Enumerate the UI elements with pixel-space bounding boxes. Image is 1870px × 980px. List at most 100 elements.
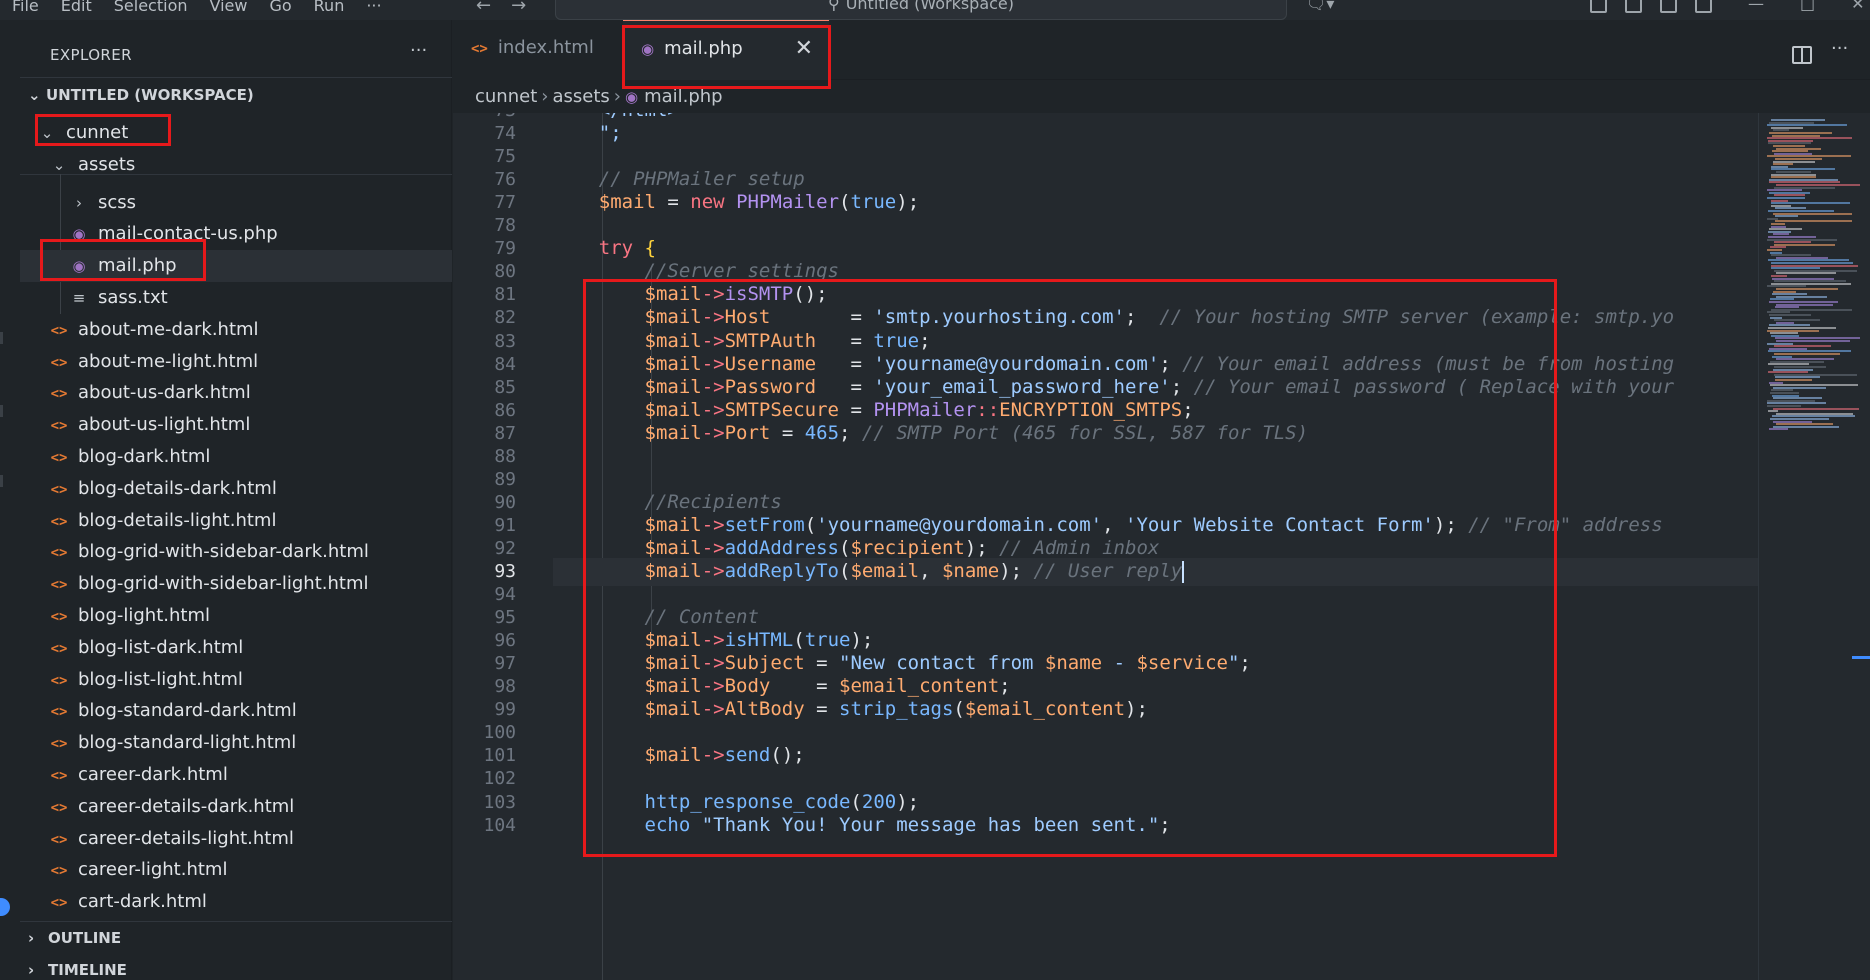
- html-icon: <>: [50, 386, 68, 403]
- menu-selection[interactable]: Selection: [114, 0, 188, 15]
- tree-item-label: about-me-light.html: [78, 350, 259, 372]
- code-token: true: [850, 191, 897, 214]
- code-token: // PHPMailer setup: [598, 168, 805, 191]
- chevron-down-icon: ⌄: [52, 155, 66, 174]
- workspace-title: UNTITLED (WORKSPACE): [46, 86, 254, 104]
- tree-item-blog-details-dark-html[interactable]: <> blog-details-dark.html: [20, 473, 452, 505]
- minimize-icon[interactable]: —: [1748, 0, 1764, 13]
- chevron-right-icon: ›: [541, 86, 549, 107]
- html-icon: <>: [50, 863, 68, 880]
- workspace-section[interactable]: ⌄ UNTITLED (WORKSPACE): [28, 86, 254, 104]
- tree-item-label: about-us-dark.html: [78, 382, 251, 404]
- vscode-window: File Edit Selection View Go Run ··· ← → …: [0, 0, 1870, 980]
- tree-item-blog-list-dark-html[interactable]: <> blog-list-dark.html: [20, 632, 452, 664]
- chat-icon[interactable]: 🗨▾: [1306, 0, 1334, 13]
- explorer-more-icon[interactable]: ···: [410, 40, 427, 61]
- tree-item-label: blog-standard-light.html: [78, 732, 297, 754]
- explorer-title: EXPLORER: [50, 46, 132, 64]
- split-editor-icon[interactable]: [1792, 46, 1812, 64]
- menu-more[interactable]: ···: [366, 0, 381, 15]
- tree-item-label: blog-list-light.html: [78, 668, 243, 690]
- timeline-title: TIMELINE: [48, 961, 127, 979]
- tree-item-blog-list-light-html[interactable]: <> blog-list-light.html: [20, 664, 452, 696]
- html-icon: <>: [50, 513, 68, 530]
- chevron-right-icon: ›: [28, 929, 35, 947]
- tree-item-label: scss: [98, 191, 137, 213]
- tab-index-html[interactable]: <> index.html: [453, 20, 623, 80]
- tree-item-blog-light-html[interactable]: <> blog-light.html: [20, 600, 452, 632]
- html-icon: <>: [50, 322, 68, 339]
- search-icon: ⚲: [827, 0, 840, 13]
- tree-item-blog-standard-light-html[interactable]: <> blog-standard-light.html: [20, 727, 452, 759]
- tree-item-assets[interactable]: ⌄ assets: [20, 149, 452, 181]
- tree-item-scss[interactable]: › scss: [20, 187, 452, 219]
- breadcrumb-item[interactable]: assets: [552, 86, 609, 107]
- breadcrumb-item[interactable]: cunnet: [475, 86, 537, 107]
- tree-item-career-light-html[interactable]: <> career-light.html: [20, 854, 452, 886]
- tab-label: index.html: [497, 37, 594, 58]
- tree-item-label: blog-grid-with-sidebar-light.html: [78, 573, 369, 595]
- chevron-right-icon: ›: [28, 961, 35, 979]
- tree-item-career-details-light-html[interactable]: <> career-details-light.html: [20, 823, 452, 855]
- activity-indicator: [0, 475, 3, 487]
- line-number-gutter: 7374757677787980818283848586878889909192…: [453, 113, 553, 980]
- tree-item-label: cart-dark.html: [78, 891, 207, 913]
- toggle-panel-icon[interactable]: [1660, 0, 1677, 13]
- tree-item-label: blog-standard-dark.html: [78, 700, 297, 722]
- outline-section[interactable]: › OUTLINE: [28, 929, 121, 947]
- tree-item-about-us-dark-html[interactable]: <> about-us-dark.html: [20, 377, 452, 409]
- tree-item-career-dark-html[interactable]: <> career-dark.html: [20, 759, 452, 791]
- activity-bar: [0, 20, 20, 980]
- tree-item-blog-grid-with-sidebar-light-html[interactable]: <> blog-grid-with-sidebar-light.html: [20, 568, 452, 600]
- command-center-label: Untitled (Workspace): [845, 0, 1015, 13]
- editor-more-icon[interactable]: ···: [1831, 38, 1848, 59]
- tree-item-blog-standard-dark-html[interactable]: <> blog-standard-dark.html: [20, 695, 452, 727]
- toggle-secondary-sidebar-icon[interactable]: [1695, 0, 1712, 13]
- code-token: PHPMailer: [736, 191, 840, 214]
- layout-controls: [1590, 0, 1712, 13]
- minimap-line: [1773, 407, 1859, 410]
- breadcrumb-item[interactable]: mail.php: [644, 86, 723, 107]
- tree-item-label: career-details-dark.html: [78, 795, 295, 817]
- tree-item-career-details-dark-html[interactable]: <> career-details-dark.html: [20, 791, 452, 823]
- menu-view[interactable]: View: [210, 0, 248, 15]
- tree-item-about-me-dark-html[interactable]: <> about-me-dark.html: [20, 314, 452, 346]
- tree-item-label: sass.txt: [98, 287, 168, 308]
- toggle-sidebar-icon[interactable]: [1625, 0, 1642, 13]
- close-window-icon[interactable]: ✕: [1851, 0, 1864, 13]
- html-icon: <>: [50, 418, 68, 435]
- minimap-line: [1775, 215, 1798, 218]
- tree-item-label: assets: [78, 153, 136, 175]
- menu-file[interactable]: File: [12, 0, 39, 15]
- tree-item-sass-txt[interactable]: ≡ sass.txt: [20, 282, 452, 314]
- tree-item-blog-dark-html[interactable]: <> blog-dark.html: [20, 441, 452, 473]
- code-token: );: [896, 191, 920, 214]
- back-arrow-icon[interactable]: ←: [476, 0, 491, 16]
- tree-item-cart-dark-html[interactable]: <> cart-dark.html: [20, 886, 452, 918]
- tree-item-label: blog-details-light.html: [78, 509, 277, 531]
- minimap-line: [1775, 220, 1852, 223]
- annotation-box-file: [40, 239, 206, 281]
- php-icon: ◉: [624, 88, 639, 106]
- tree-item-blog-grid-with-sidebar-dark-html[interactable]: <> blog-grid-with-sidebar-dark.html: [20, 536, 452, 568]
- menu-go[interactable]: Go: [269, 0, 291, 15]
- tree-item-label: blog-dark.html: [78, 446, 211, 467]
- tree-item-label: about-us-light.html: [78, 414, 251, 436]
- tree-item-about-us-light-html[interactable]: <> about-us-light.html: [20, 409, 452, 441]
- minimap-line: [1769, 428, 1788, 431]
- menu-run[interactable]: Run: [314, 0, 345, 15]
- minimap[interactable]: [1758, 113, 1870, 980]
- menu-edit[interactable]: Edit: [61, 0, 92, 15]
- tree-item-blog-details-light-html[interactable]: <> blog-details-light.html: [20, 505, 452, 537]
- html-icon: <>: [50, 354, 68, 371]
- command-center[interactable]: ⚲ Untitled (Workspace): [555, 0, 1287, 20]
- accounts-badge-icon[interactable]: [0, 898, 10, 916]
- forward-arrow-icon[interactable]: →: [511, 0, 526, 16]
- scrollbar-cursor-marker: [1852, 656, 1870, 659]
- maximize-icon[interactable]: □: [1800, 0, 1815, 13]
- customize-layout-icon[interactable]: [1590, 0, 1607, 13]
- timeline-section[interactable]: › TIMELINE: [28, 961, 127, 979]
- tree-item-about-me-light-html[interactable]: <> about-me-light.html: [20, 346, 452, 378]
